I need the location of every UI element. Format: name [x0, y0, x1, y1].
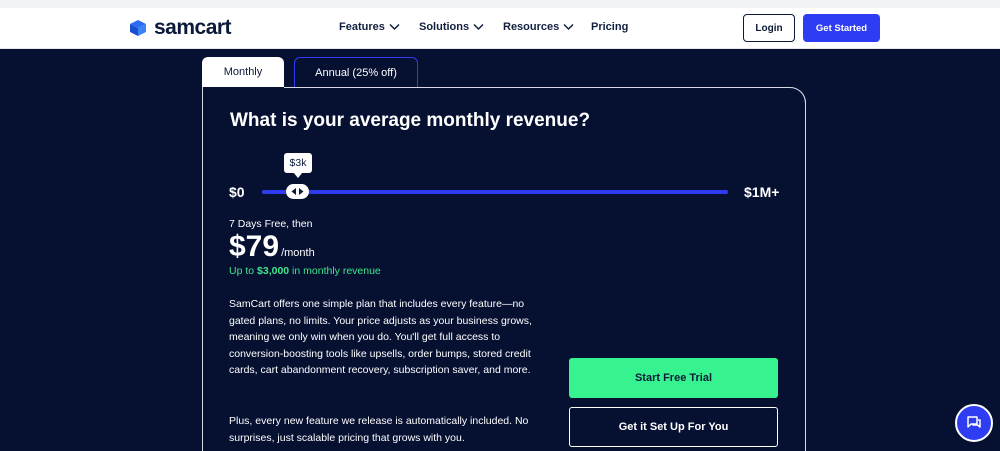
chevron-down-icon — [389, 23, 400, 31]
slider-value-tooltip: $3k — [284, 153, 312, 173]
setup-for-you-button[interactable]: Get it Set Up For You — [569, 407, 778, 447]
revenue-suffix: in monthly revenue — [289, 265, 381, 277]
trial-note: 7 Days Free, then — [229, 218, 313, 230]
pricing-card-top-border — [284, 87, 806, 107]
slider-max-label: $1M+ — [744, 184, 780, 200]
price-amount: $79 — [229, 230, 280, 263]
chevron-down-icon — [563, 23, 574, 31]
nav-pricing[interactable]: Pricing — [591, 21, 628, 33]
slider-min-label: $0 — [229, 184, 245, 200]
nav-label: Pricing — [591, 21, 629, 33]
revenue-limit-note: Up to $3,000 in monthly revenue — [229, 265, 381, 277]
plan-description-2: Plus, every new feature we release is au… — [229, 415, 529, 444]
tooltip-arrow — [293, 172, 303, 178]
price-unit: /month — [281, 247, 315, 259]
arrows-left-right-icon — [291, 188, 304, 195]
tab-annual[interactable]: Annual (25% off) — [294, 57, 418, 87]
samcart-logo[interactable]: samcart — [128, 16, 232, 39]
revenue-slider-track[interactable] — [262, 190, 728, 194]
revenue-slider-handle[interactable] — [286, 184, 309, 199]
tab-monthly[interactable]: Monthly — [202, 57, 284, 87]
chat-bubble-icon — [967, 416, 981, 428]
nav-label: Solutions — [419, 21, 470, 33]
cart-box-icon — [130, 20, 146, 36]
nav-resources[interactable]: Resources — [503, 21, 574, 33]
top-strip — [0, 0, 1000, 8]
chat-widget-button[interactable] — [955, 404, 993, 442]
nav-solutions[interactable]: Solutions — [419, 21, 484, 33]
start-free-trial-button[interactable]: Start Free Trial — [569, 358, 778, 398]
revenue-amount: $3,000 — [257, 265, 290, 277]
login-button[interactable]: Login — [743, 14, 795, 42]
logo-text: samcart — [154, 16, 232, 39]
nav-features[interactable]: Features — [339, 21, 400, 33]
chevron-down-icon — [473, 23, 484, 31]
site-header: samcart Features Solutions Resources Pri… — [0, 8, 1000, 49]
get-started-button[interactable]: Get Started — [803, 14, 880, 42]
nav-label: Features — [339, 21, 385, 33]
plan-description: SamCart offers one simple plan that incl… — [229, 298, 532, 377]
price-display: $79 /month — [229, 232, 315, 262]
revenue-question: What is your average monthly revenue? — [230, 110, 591, 131]
nav-label: Resources — [503, 21, 560, 33]
revenue-prefix: Up to — [229, 265, 258, 277]
